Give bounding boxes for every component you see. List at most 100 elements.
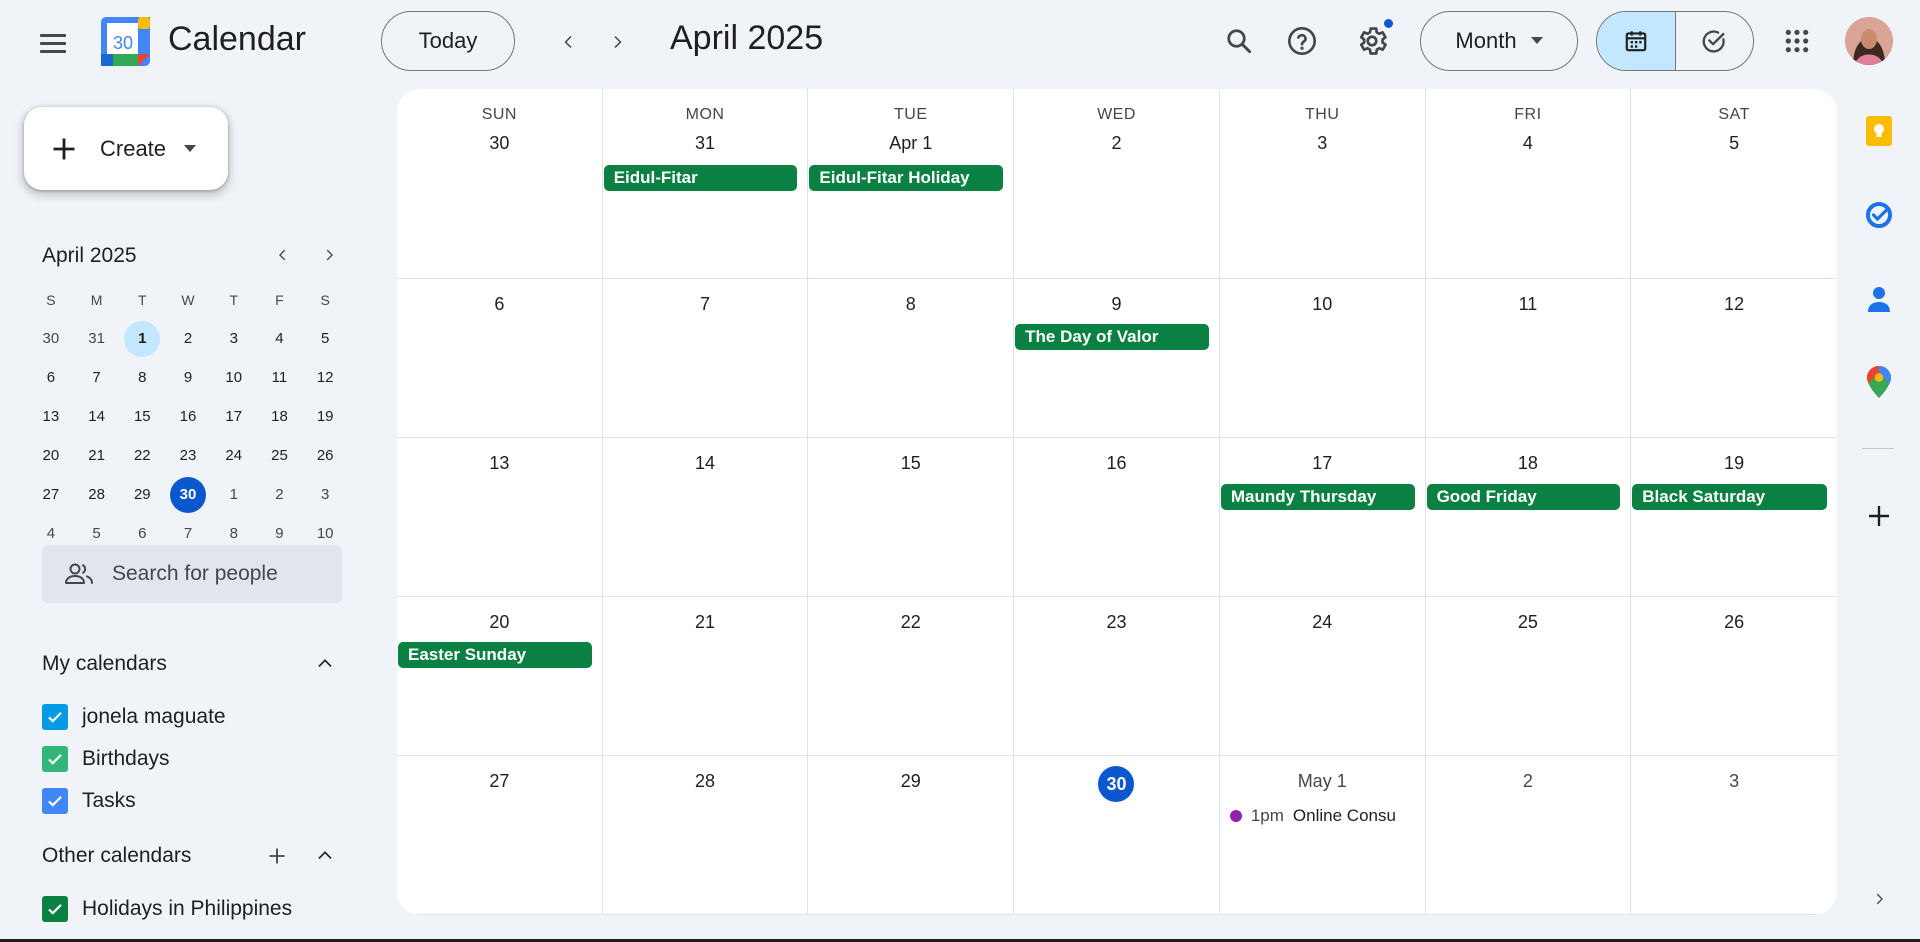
mini-day[interactable]: 12 (302, 360, 348, 396)
day-number[interactable]: 28 (603, 766, 808, 796)
day-cell[interactable]: 20 Easter Sunday (397, 597, 603, 756)
search-button[interactable] (1215, 17, 1263, 65)
day-number[interactable]: 8 (808, 289, 1013, 319)
mini-day[interactable]: 23 (165, 438, 211, 474)
mini-day[interactable]: 11 (257, 360, 303, 396)
mini-day[interactable]: 30 (28, 321, 74, 357)
day-cell[interactable]: WED 2 (1014, 89, 1220, 279)
day-number[interactable]: 2 (1426, 766, 1631, 796)
day-number[interactable]: 17 (1220, 448, 1425, 478)
mini-day[interactable]: 6 (28, 360, 74, 396)
mini-day[interactable]: 22 (119, 438, 165, 474)
day-cell[interactable]: 22 (808, 597, 1015, 756)
day-number[interactable]: 24 (1220, 607, 1425, 637)
day-number[interactable]: 23 (1014, 607, 1219, 637)
day-number[interactable]: 20 (397, 607, 602, 637)
day-cell[interactable]: 11 (1425, 279, 1632, 438)
event-chip[interactable]: Eidul-Fitar (603, 165, 798, 191)
day-cell[interactable]: 24 (1219, 597, 1426, 756)
calendar-logo[interactable]: 30 (101, 17, 150, 66)
tasks-app-button[interactable] (1862, 198, 1896, 232)
mini-day[interactable]: 31 (74, 321, 120, 357)
mini-day[interactable]: 14 (74, 399, 120, 435)
day-number[interactable]: 27 (397, 766, 602, 796)
mini-day[interactable]: 9 (165, 360, 211, 396)
calendar-checkbox[interactable] (42, 896, 68, 922)
mini-day[interactable]: 1 (211, 477, 257, 513)
day-cell[interactable]: MON 31 Eidul-Fitar (602, 89, 809, 279)
day-cell-today[interactable]: 30 (1014, 756, 1220, 915)
day-number[interactable]: 13 (397, 448, 602, 478)
mini-day[interactable]: 4 (257, 321, 303, 357)
day-cell[interactable]: 14 (602, 438, 809, 597)
view-switcher-dropdown[interactable]: Month (1420, 11, 1578, 71)
day-cell[interactable]: THU 3 (1219, 89, 1426, 279)
day-number[interactable]: 14 (603, 448, 808, 478)
day-number[interactable]: 29 (808, 766, 1013, 796)
mini-day[interactable]: 10 (211, 360, 257, 396)
other-calendars-collapse-button[interactable] (310, 841, 340, 871)
show-side-panel-button[interactable] (1862, 882, 1896, 916)
mini-day[interactable]: 26 (302, 438, 348, 474)
today-day-number[interactable]: 30 (1098, 766, 1135, 802)
mini-day[interactable]: 2 (165, 321, 211, 357)
day-cell[interactable]: 23 (1014, 597, 1220, 756)
next-period-button[interactable] (597, 22, 637, 62)
mini-day[interactable]: 3 (302, 477, 348, 513)
mini-day[interactable]: 20 (28, 438, 74, 474)
account-avatar[interactable] (1845, 17, 1893, 65)
day-number[interactable]: 3 (1631, 766, 1837, 796)
today-button[interactable]: Today (381, 11, 515, 71)
maps-app-button[interactable] (1862, 365, 1896, 399)
mini-calendar-prev-button[interactable] (268, 240, 298, 270)
day-cell[interactable]: 21 (602, 597, 809, 756)
my-calendars-collapse-button[interactable] (310, 649, 340, 679)
event-chip[interactable]: The Day of Valor (1015, 324, 1209, 350)
calendar-item-birthdays[interactable]: Birthdays (42, 746, 170, 772)
my-calendars-heading[interactable]: My calendars (42, 652, 167, 676)
mini-day[interactable]: 15 (119, 399, 165, 435)
google-apps-button[interactable] (1773, 17, 1821, 65)
mini-day[interactable]: 3 (211, 321, 257, 357)
previous-period-button[interactable] (549, 22, 589, 62)
day-number[interactable]: 11 (1426, 289, 1631, 319)
day-cell[interactable]: May 1 1pm Online Consu (1219, 756, 1426, 915)
day-number[interactable]: 22 (808, 607, 1013, 637)
day-number[interactable]: 5 (1631, 128, 1837, 158)
day-cell[interactable]: 7 (602, 279, 809, 438)
day-cell[interactable]: FRI 4 (1425, 89, 1632, 279)
day-number[interactable]: Apr 1 (808, 128, 1013, 158)
day-cell[interactable]: 9 The Day of Valor (1014, 279, 1220, 438)
day-number[interactable]: 6 (397, 289, 602, 319)
day-cell[interactable]: 27 (397, 756, 603, 915)
day-number[interactable]: 26 (1631, 607, 1837, 637)
day-cell[interactable]: 8 (808, 279, 1015, 438)
day-cell[interactable]: 13 (397, 438, 603, 597)
day-cell[interactable]: 2 (1425, 756, 1632, 915)
add-other-calendar-button[interactable] (262, 841, 292, 871)
mini-calendar-next-button[interactable] (314, 240, 344, 270)
day-cell[interactable]: 28 (602, 756, 809, 915)
day-cell[interactable]: TUE Apr 1 Eidul-Fitar Holiday (808, 89, 1015, 279)
day-number[interactable]: 19 (1631, 448, 1837, 478)
day-cell[interactable]: 26 (1631, 597, 1837, 756)
day-number[interactable]: 2 (1014, 128, 1219, 158)
timed-event[interactable]: 1pm Online Consu (1229, 806, 1420, 826)
keep-app-button[interactable] (1862, 114, 1896, 148)
mini-day[interactable]: 18 (257, 399, 303, 435)
day-number[interactable]: 18 (1426, 448, 1631, 478)
create-button[interactable]: Create (24, 107, 228, 190)
mini-day-selected[interactable]: 1 (119, 320, 165, 357)
mini-day[interactable]: 8 (119, 360, 165, 396)
calendar-item-holidays-ph[interactable]: Holidays in Philippines (42, 896, 292, 922)
calendar-item-tasks[interactable]: Tasks (42, 788, 136, 814)
contacts-app-button[interactable] (1862, 282, 1896, 316)
mini-day[interactable]: 5 (302, 321, 348, 357)
mini-day[interactable]: 25 (257, 438, 303, 474)
day-cell[interactable]: 10 (1219, 279, 1426, 438)
day-cell[interactable]: 25 (1425, 597, 1632, 756)
calendar-item-jonela[interactable]: jonela maguate (42, 704, 226, 730)
mini-day[interactable]: 13 (28, 399, 74, 435)
day-number[interactable]: 30 (397, 128, 602, 158)
mini-day[interactable]: 21 (74, 438, 120, 474)
